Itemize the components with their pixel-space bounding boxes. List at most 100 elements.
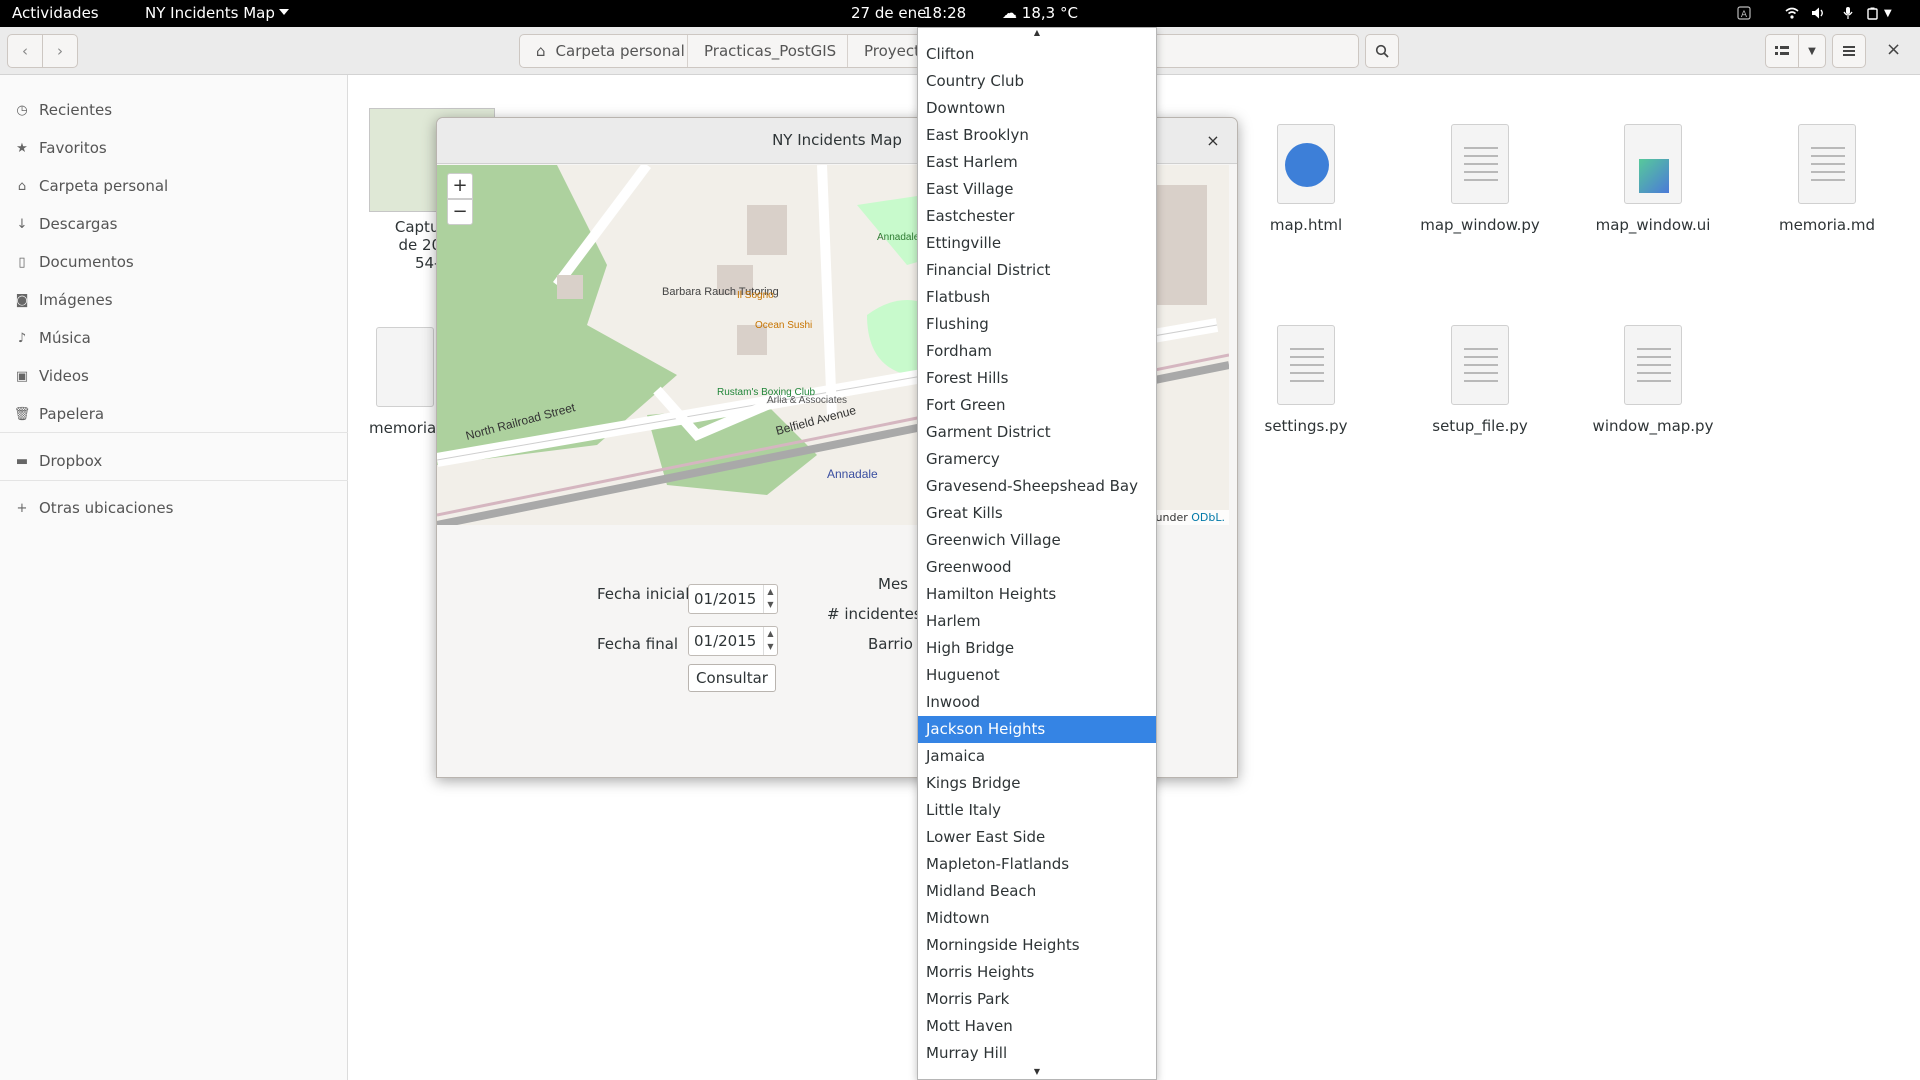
sidebar-item-favoritos[interactable]: ★ Favoritos [14, 133, 107, 163]
dropdown-option[interactable]: Jackson Heights [918, 716, 1156, 743]
dropdown-option[interactable]: Harlem [918, 608, 1156, 635]
dropdown-option[interactable]: Lower East Side [918, 824, 1156, 851]
sidebar-item-label: Descargas [39, 215, 118, 233]
cloud-icon: ☁ [1002, 4, 1017, 22]
fecha-inicial-input[interactable]: 01/2015 ▲ ▼ [688, 584, 778, 614]
scroll-up-arrow-icon[interactable]: ▲ [918, 28, 1156, 38]
scroll-down-arrow-icon[interactable]: ▼ [918, 1067, 1156, 1077]
file-settings-py[interactable]: settings.py [1231, 325, 1381, 435]
close-icon[interactable]: × [1201, 129, 1225, 153]
dropdown-option[interactable]: East Harlem [918, 149, 1156, 176]
zoom-in-button[interactable]: + [447, 173, 473, 199]
file-map-html[interactable]: map.html [1231, 124, 1381, 234]
dropdown-option[interactable]: Flushing [918, 311, 1156, 338]
dropdown-option[interactable]: Ettingville [918, 230, 1156, 257]
sidebar-item-otras-ubicaciones[interactable]: + Otras ubicaciones [14, 493, 174, 523]
forward-button[interactable]: › [42, 34, 78, 68]
dropdown-option[interactable]: Hamilton Heights [918, 581, 1156, 608]
sidebar-item-imagenes[interactable]: ◙ Imágenes [14, 285, 113, 315]
sidebar-item-musica[interactable]: ♪ Música [14, 323, 91, 353]
view-list-button[interactable] [1765, 34, 1799, 68]
dropdown-option[interactable]: High Bridge [918, 635, 1156, 662]
dropdown-option[interactable]: Gravesend-Sheepshead Bay [918, 473, 1156, 500]
dropdown-option[interactable]: Mott Haven [918, 1013, 1156, 1040]
breadcrumb-practicas[interactable]: Practicas_PostGIS [688, 35, 848, 67]
dropdown-option[interactable]: East Brooklyn [918, 122, 1156, 149]
odbl-link[interactable]: ODbL. [1191, 511, 1225, 524]
clock-date[interactable]: 27 de ene [851, 4, 926, 22]
globe-icon [1285, 143, 1329, 187]
sidebar-item-recientes[interactable]: ◷ Recientes [14, 95, 112, 125]
microphone-icon[interactable] [1841, 6, 1855, 20]
back-button[interactable]: ‹ [7, 34, 43, 68]
breadcrumb-home[interactable]: ⌂ Carpeta personal [520, 35, 688, 67]
weather-indicator[interactable]: ☁ 18,3 °C [1002, 4, 1078, 22]
file-map-window-ui[interactable]: map_window.ui [1578, 124, 1728, 234]
dropdown-option[interactable]: Little Italy [918, 797, 1156, 824]
sidebar-item-descargas[interactable]: ↓ Descargas [14, 209, 118, 239]
wifi-icon[interactable] [1785, 6, 1799, 20]
dropdown-option[interactable]: Morris Park [918, 986, 1156, 1013]
dropdown-option[interactable]: Fordham [918, 338, 1156, 365]
file-map-window-py[interactable]: map_window.py [1405, 124, 1555, 234]
spin-arrows-icon[interactable]: ▲ ▼ [763, 585, 777, 613]
consultar-button[interactable]: Consultar [688, 664, 776, 692]
dropdown-option[interactable]: Country Club [918, 68, 1156, 95]
chevron-left-icon: ‹ [22, 42, 28, 60]
spin-arrows-icon[interactable]: ▲ ▼ [763, 627, 777, 655]
dropdown-option[interactable]: Gramercy [918, 446, 1156, 473]
dropdown-option[interactable]: Great Kills [918, 500, 1156, 527]
dropdown-option[interactable]: Downtown [918, 95, 1156, 122]
dropdown-option[interactable]: Greenwich Village [918, 527, 1156, 554]
dropdown-option[interactable]: Huguenot [918, 662, 1156, 689]
system-menu-chevron-icon[interactable]: ▼ [1884, 8, 1892, 19]
html-file-icon [1277, 124, 1335, 204]
dropdown-option[interactable]: Clifton [918, 41, 1156, 68]
dropdown-option[interactable]: Midland Beach [918, 878, 1156, 905]
dropdown-option[interactable]: Flatbush [918, 284, 1156, 311]
dropdown-option[interactable]: Midtown [918, 905, 1156, 932]
clock-time[interactable]: 18:28 [923, 4, 966, 22]
sidebar-item-dropbox[interactable]: ▬ Dropbox [14, 446, 102, 476]
dropdown-option[interactable]: Financial District [918, 257, 1156, 284]
dropdown-option[interactable]: Fort Green [918, 392, 1156, 419]
fecha-final-input[interactable]: 01/2015 ▲ ▼ [688, 626, 778, 656]
window-close-icon[interactable]: × [1886, 39, 1901, 60]
search-button[interactable] [1365, 34, 1399, 68]
trash-icon: 🗑 [13, 406, 31, 422]
chevron-down-icon: ▼ [1808, 45, 1816, 57]
sidebar-item-documentos[interactable]: ▯ Documentos [14, 247, 133, 277]
barrio-dropdown-list[interactable]: ▲ Clifton Country Club Downtown East Brookl… [917, 27, 1157, 1080]
app-menu[interactable]: NY Incidents Map [145, 4, 289, 22]
file-setup-file-py[interactable]: setup_file.py [1405, 325, 1555, 435]
dropdown-option[interactable]: East Village [918, 176, 1156, 203]
sidebar-item-carpeta-personal[interactable]: ⌂ Carpeta personal [14, 171, 168, 201]
sidebar-item-label: Otras ubicaciones [39, 499, 174, 517]
keyboard-layout-icon[interactable]: A [1737, 6, 1751, 20]
battery-icon[interactable] [1866, 6, 1880, 20]
file-label: map_window.py [1420, 216, 1540, 234]
activities-button[interactable]: Actividades [12, 4, 99, 22]
dropdown-option[interactable]: Morningside Heights [918, 932, 1156, 959]
file-label: memoria.md [1778, 216, 1876, 234]
file-memoria-md[interactable]: memoria.md [1752, 124, 1902, 234]
dropdown-option[interactable]: Jamaica [918, 743, 1156, 770]
top-bar: Actividades NY Incidents Map 27 de ene 1… [0, 0, 1920, 27]
zoom-out-button[interactable]: − [447, 199, 473, 225]
svg-text:A: A [1741, 10, 1748, 20]
dropdown-option[interactable]: Kings Bridge [918, 770, 1156, 797]
dropdown-option[interactable]: Garment District [918, 419, 1156, 446]
volume-icon[interactable] [1811, 6, 1825, 20]
dropdown-option[interactable]: Eastchester [918, 203, 1156, 230]
view-options-button[interactable]: ▼ [1798, 34, 1826, 68]
file-window-map-py[interactable]: window_map.py [1578, 325, 1728, 435]
dropdown-option[interactable]: Mapleton-Flatlands [918, 851, 1156, 878]
dropdown-option[interactable]: Morris Heights [918, 959, 1156, 986]
menu-button[interactable] [1832, 34, 1866, 68]
dropdown-option[interactable]: Greenwood [918, 554, 1156, 581]
dropdown-option[interactable]: Forest Hills [918, 365, 1156, 392]
dropdown-option[interactable]: Inwood [918, 689, 1156, 716]
dropdown-option[interactable]: Murray Hill [918, 1040, 1156, 1067]
sidebar-item-videos[interactable]: ▣ Videos [14, 361, 89, 391]
sidebar-item-papelera[interactable]: 🗑 Papelera [14, 399, 104, 429]
